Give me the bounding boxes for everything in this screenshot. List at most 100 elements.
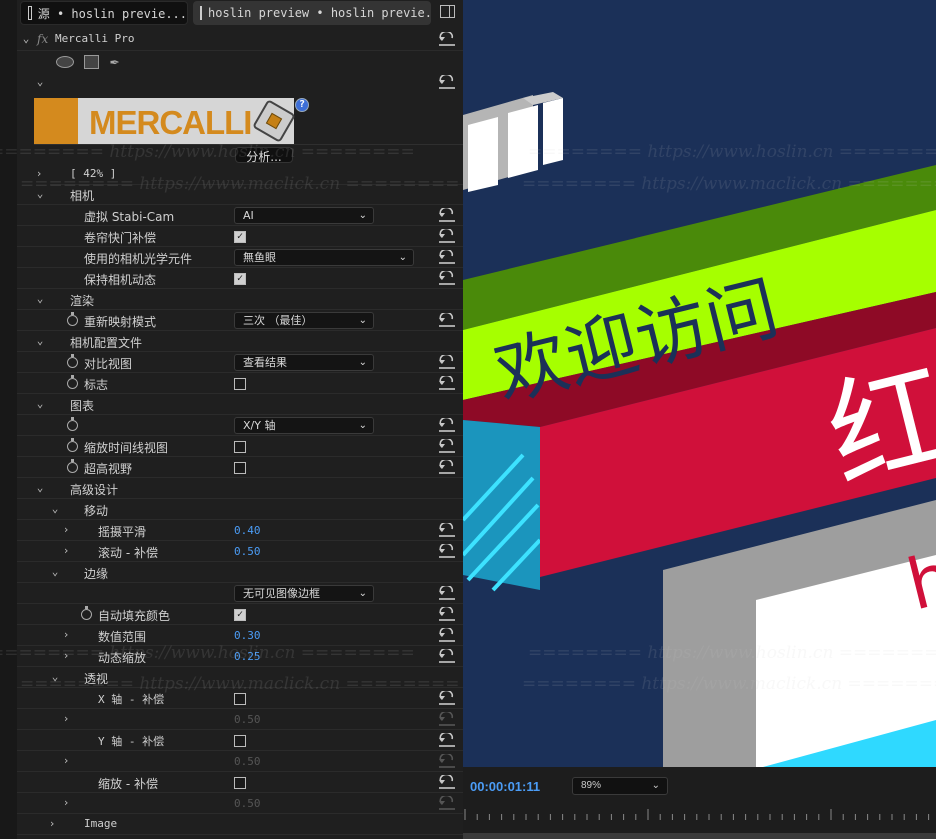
parameter-dropdown[interactable]: 无可见图像边框 ⌄ (234, 585, 374, 602)
chevron-right-icon[interactable]: › (60, 754, 72, 768)
parameter-row: 虚拟 Stabi-Cam AI ⌄ (17, 205, 463, 226)
parameter-label: 摇摄平滑 (98, 525, 147, 539)
parameter-value[interactable]: 0.50 (234, 545, 261, 558)
reset-icon[interactable] (438, 775, 456, 789)
chevron-right-icon[interactable]: › (60, 796, 72, 810)
chevron-down-icon: ⌄ (358, 210, 367, 221)
chevron-down-icon[interactable]: ⌄ (49, 565, 61, 579)
group-row: › 0.50 (17, 709, 463, 730)
panel-toggle-icon[interactable] (440, 5, 455, 18)
chevron-right-icon[interactable]: › (60, 628, 72, 642)
parameter-dropdown[interactable]: AI ⌄ (234, 207, 374, 224)
parameter-checkbox[interactable]: ✓ (234, 609, 246, 621)
stopwatch-icon[interactable] (67, 312, 78, 326)
stopwatch-icon[interactable] (67, 459, 78, 473)
stopwatch-icon[interactable] (67, 438, 78, 452)
dropdown-value: 無鱼眼 (243, 251, 276, 264)
timecode[interactable]: 00:00:01:11 (470, 779, 540, 794)
program-monitor-video[interactable]: 欢迎访问 红 h (463, 0, 936, 767)
parameter-label: 相机 (70, 189, 95, 203)
chevron-down-icon[interactable]: ⌄ (34, 292, 46, 306)
reset-icon[interactable] (438, 418, 456, 432)
parameter-label: 图表 (70, 399, 95, 413)
chevron-down-icon[interactable]: ⌄ (34, 334, 46, 348)
mercalli-logo: MERCALLI (34, 98, 296, 144)
parameter-checkbox[interactable] (234, 462, 246, 474)
reset-icon[interactable] (438, 649, 456, 663)
fx-icon[interactable]: fx (37, 32, 48, 46)
tab-source[interactable]: 源 • hoslin previe... (20, 1, 188, 25)
parameter-checkbox[interactable] (234, 378, 246, 390)
parameter-checkbox[interactable] (234, 777, 246, 789)
parameter-label: 相机配置文件 (70, 336, 143, 350)
stopwatch-icon[interactable] (67, 417, 78, 431)
chevron-right-icon[interactable]: › (60, 544, 72, 558)
reset-icon[interactable] (438, 75, 456, 89)
chevron-down-icon[interactable]: ⌄ (49, 502, 61, 516)
help-icon[interactable]: ? (295, 98, 309, 112)
reset-icon[interactable] (438, 607, 456, 621)
parameter-checkbox[interactable] (234, 441, 246, 453)
reset-icon[interactable] (438, 733, 456, 747)
rectangle-mask-icon[interactable] (84, 55, 99, 69)
chevron-down-icon[interactable]: ⌄ (34, 187, 46, 201)
reset-icon[interactable] (438, 586, 456, 600)
reset-icon[interactable] (438, 229, 456, 243)
chevron-down-icon[interactable]: ⌄ (49, 670, 61, 684)
reset-icon[interactable] (438, 313, 456, 327)
parameter-checkbox[interactable] (234, 693, 246, 705)
reset-icon[interactable] (438, 523, 456, 537)
group-row: › 数值范围 0.30 (17, 625, 463, 646)
white-3d-bars (463, 92, 563, 192)
time-ruler[interactable] (463, 807, 936, 823)
parameter-label: 标志 (84, 378, 109, 392)
parameter-value[interactable]: 0.25 (234, 650, 261, 663)
chevron-right-icon[interactable]: › (60, 649, 72, 663)
chevron-down-icon[interactable]: ⌄ (34, 481, 46, 495)
chevron-down-icon: ⌄ (358, 357, 367, 368)
parameter-value[interactable]: 0.30 (234, 629, 261, 642)
chevron-down-icon[interactable]: ⌄ (34, 75, 46, 89)
reset-icon[interactable] (438, 544, 456, 558)
chevron-down-icon[interactable]: ⌄ (20, 32, 32, 46)
parameter-dropdown[interactable]: 無鱼眼 ⌄ (234, 249, 414, 266)
parameter-dropdown[interactable]: X/Y 轴 ⌄ (234, 417, 374, 434)
stopwatch-icon[interactable] (81, 606, 92, 620)
analyze-button[interactable]: 分析... (235, 147, 293, 164)
parameter-checkbox[interactable]: ✓ (234, 273, 246, 285)
tab-effect-controls[interactable]: hoslin preview • hoslin previe... (193, 1, 431, 25)
playhead-scrollbar[interactable] (463, 833, 936, 839)
reset-icon[interactable] (438, 271, 456, 285)
parameter-label: 缩放 - 补偿 (98, 777, 158, 791)
tab-label: hoslin preview • hoslin previe... (208, 6, 431, 20)
stopwatch-icon[interactable] (67, 375, 78, 389)
chevron-right-icon[interactable]: › (60, 523, 72, 537)
parameter-checkbox[interactable]: ✓ (234, 231, 246, 243)
parameter-dropdown[interactable]: 三次 （最佳） ⌄ (234, 312, 374, 329)
chevron-right-icon[interactable]: › (33, 167, 45, 181)
parameter-label: 自动填充颜色 (98, 609, 171, 623)
reset-icon (438, 754, 456, 768)
chevron-right-icon[interactable]: › (46, 817, 58, 831)
reset-icon[interactable] (438, 691, 456, 705)
reset-icon[interactable] (438, 439, 456, 453)
parameter-label: 动态缩放 (98, 651, 147, 665)
reset-icon[interactable] (438, 32, 456, 46)
ellipse-mask-icon[interactable] (56, 56, 74, 68)
parameter-value[interactable]: 0.40 (234, 524, 261, 537)
reset-icon[interactable] (438, 376, 456, 390)
reset-icon[interactable] (438, 208, 456, 222)
zoom-level-dropdown[interactable]: 89% ⌄ (572, 777, 668, 795)
parameter-dropdown[interactable]: 查看结果 ⌄ (234, 354, 374, 371)
parameter-checkbox[interactable] (234, 735, 246, 747)
reset-icon[interactable] (438, 460, 456, 474)
parameter-label: 滚动 - 补偿 (98, 546, 158, 560)
reset-icon[interactable] (438, 628, 456, 642)
reset-icon[interactable] (438, 250, 456, 264)
chevron-down-icon[interactable]: ⌄ (34, 397, 46, 411)
parameter-row: X 轴 - 补偿 (17, 688, 463, 709)
reset-icon[interactable] (438, 355, 456, 369)
stopwatch-icon[interactable] (67, 354, 78, 368)
pen-mask-icon[interactable]: ✒ (110, 52, 119, 70)
chevron-right-icon[interactable]: › (60, 712, 72, 726)
